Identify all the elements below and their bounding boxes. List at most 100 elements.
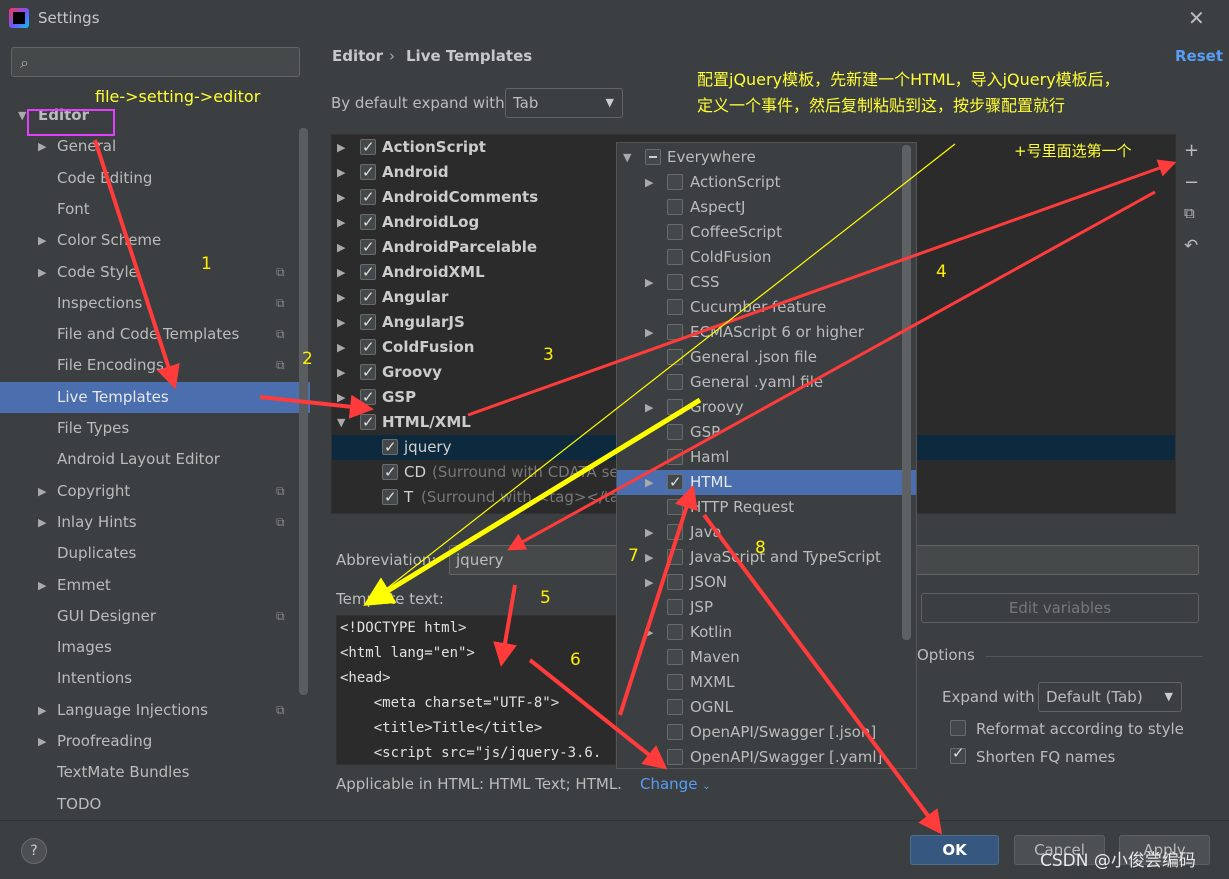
chevron-right-icon[interactable]: ▶ — [645, 570, 653, 595]
context-item[interactable]: ▶ JSON — [617, 570, 916, 595]
chevron-right-icon[interactable]: ▶ — [337, 385, 345, 410]
template-checkbox[interactable] — [382, 460, 398, 485]
chevron-right-icon[interactable]: ▶ — [337, 310, 345, 335]
template-text-editor[interactable]: <!DOCTYPE html> <html lang="en"> <head> <m… — [336, 615, 616, 765]
reformat-checkbox-box[interactable] — [950, 720, 966, 736]
context-item[interactable]: ColdFusion — [617, 245, 916, 270]
context-checkbox[interactable] — [667, 574, 683, 590]
context-item[interactable]: Cucumber feature — [617, 295, 916, 320]
chevron-right-icon[interactable]: ▶ — [645, 270, 653, 295]
group-checkbox[interactable] — [360, 210, 376, 235]
change-link[interactable]: Change ⌄ — [640, 775, 711, 793]
context-item[interactable]: ▶ ECMAScript 6 or higher — [617, 320, 916, 345]
chevron-right-icon[interactable]: ▶ — [38, 225, 46, 256]
context-checkbox[interactable] — [667, 549, 683, 565]
search-input[interactable] — [11, 47, 300, 77]
group-checkbox[interactable] — [360, 360, 376, 385]
chevron-right-icon[interactable]: ▶ — [337, 335, 345, 360]
context-checkbox[interactable] — [667, 699, 683, 715]
context-checkbox[interactable] — [667, 249, 683, 265]
context-checkbox[interactable] — [667, 470, 683, 495]
breadcrumb-root[interactable]: Editor — [332, 47, 383, 65]
chevron-right-icon[interactable]: ▶ — [38, 570, 46, 601]
sidebar-item[interactable]: Android Layout Editor — [0, 444, 310, 475]
context-root-row[interactable]: ▼ Everywhere — [617, 145, 916, 170]
context-checkbox[interactable] — [667, 449, 683, 465]
chevron-right-icon[interactable]: ▶ — [337, 235, 345, 260]
sidebar-item[interactable]: ▶ Copyright ⧉ — [0, 476, 310, 507]
template-checkbox[interactable] — [382, 435, 398, 460]
context-item[interactable]: General .json file — [617, 345, 916, 370]
context-checkbox[interactable] — [667, 349, 683, 365]
ok-button[interactable]: OK — [910, 835, 999, 865]
context-checkbox[interactable] — [667, 624, 683, 640]
expand-with-select[interactable]: Tab ▼ — [505, 88, 623, 118]
context-item[interactable]: GSP — [617, 420, 916, 445]
sidebar-item[interactable]: Inspections ⧉ — [0, 288, 310, 319]
context-item[interactable]: ▶ JavaScript and TypeScript — [617, 545, 916, 570]
chevron-right-icon[interactable]: ▶ — [337, 160, 345, 185]
restore-icon[interactable]: ↶ — [1184, 236, 1198, 256]
context-item[interactable]: ▶ CSS — [617, 270, 916, 295]
context-checkbox[interactable] — [667, 399, 683, 415]
sidebar-item[interactable]: Intentions — [0, 663, 310, 694]
sidebar-scrollbar[interactable] — [299, 128, 308, 695]
context-item[interactable]: JSP — [617, 595, 916, 620]
group-checkbox[interactable] — [360, 160, 376, 185]
reformat-checkbox[interactable]: Reformat according to style — [950, 720, 1229, 742]
context-item[interactable]: OpenAPI/Swagger [.json] — [617, 720, 916, 745]
context-item[interactable]: ▶ Java — [617, 520, 916, 545]
context-item[interactable]: ▶ HTML — [617, 470, 916, 495]
chevron-right-icon[interactable]: ▶ — [337, 360, 345, 385]
shorten-fq-checkbox-box[interactable] — [950, 744, 966, 764]
chevron-right-icon[interactable]: ▶ — [337, 285, 345, 310]
group-checkbox[interactable] — [360, 185, 376, 210]
group-checkbox[interactable] — [360, 135, 376, 160]
close-icon[interactable]: ✕ — [1188, 6, 1205, 30]
context-item[interactable]: MXML — [617, 670, 916, 695]
context-checkbox[interactable] — [667, 374, 683, 390]
context-checkbox[interactable] — [667, 599, 683, 615]
context-checkbox[interactable] — [667, 674, 683, 690]
reset-link[interactable]: Reset — [1175, 47, 1223, 65]
chevron-right-icon[interactable]: ▶ — [38, 726, 46, 757]
sidebar-item[interactable]: File and Code Templates ⧉ — [0, 319, 310, 350]
chevron-right-icon[interactable]: ▶ — [38, 476, 46, 507]
sidebar-item[interactable]: ▶ Inlay Hints ⧉ — [0, 507, 310, 538]
chevron-right-icon[interactable]: ▶ — [38, 507, 46, 538]
context-item[interactable]: ▶ Groovy — [617, 395, 916, 420]
add-icon[interactable]: + — [1184, 140, 1199, 161]
template-checkbox[interactable] — [382, 485, 398, 510]
chevron-right-icon[interactable]: ▶ — [645, 620, 653, 645]
group-checkbox[interactable] — [360, 285, 376, 310]
group-checkbox[interactable] — [360, 335, 376, 360]
group-checkbox[interactable] — [360, 410, 376, 435]
sidebar-item[interactable]: ▶ Proofreading — [0, 726, 310, 757]
context-checkbox[interactable] — [667, 724, 683, 740]
context-item[interactable]: AspectJ — [617, 195, 916, 220]
context-checkbox[interactable] — [667, 649, 683, 665]
sidebar-item[interactable]: Images — [0, 632, 310, 663]
sidebar-item[interactable]: File Types — [0, 413, 310, 444]
context-checkbox[interactable] — [667, 499, 683, 515]
sidebar-item[interactable]: Live Templates — [0, 382, 310, 413]
group-checkbox[interactable] — [360, 260, 376, 285]
chevron-right-icon[interactable]: ▶ — [645, 320, 653, 345]
chevron-right-icon[interactable]: ▶ — [645, 545, 653, 570]
help-button[interactable]: ? — [21, 838, 47, 864]
copy-icon[interactable]: ⧉ — [1184, 204, 1195, 222]
context-checkbox[interactable] — [667, 274, 683, 290]
context-checkbox[interactable] — [667, 324, 683, 340]
context-checkbox[interactable] — [667, 749, 683, 765]
context-checkbox[interactable] — [667, 224, 683, 240]
sidebar-item[interactable]: ▶ Language Injections ⧉ — [0, 695, 310, 726]
context-checkbox[interactable] — [667, 174, 683, 190]
sidebar-item[interactable]: TextMate Bundles — [0, 757, 310, 788]
context-item[interactable]: CoffeeScript — [617, 220, 916, 245]
context-checkbox[interactable] — [667, 299, 683, 315]
popup-scrollbar[interactable] — [902, 145, 911, 640]
group-checkbox[interactable] — [360, 385, 376, 410]
chevron-right-icon[interactable]: ▶ — [337, 135, 345, 160]
group-checkbox[interactable] — [360, 310, 376, 335]
sidebar-item[interactable]: ▶ Code Style ⧉ — [0, 257, 310, 288]
